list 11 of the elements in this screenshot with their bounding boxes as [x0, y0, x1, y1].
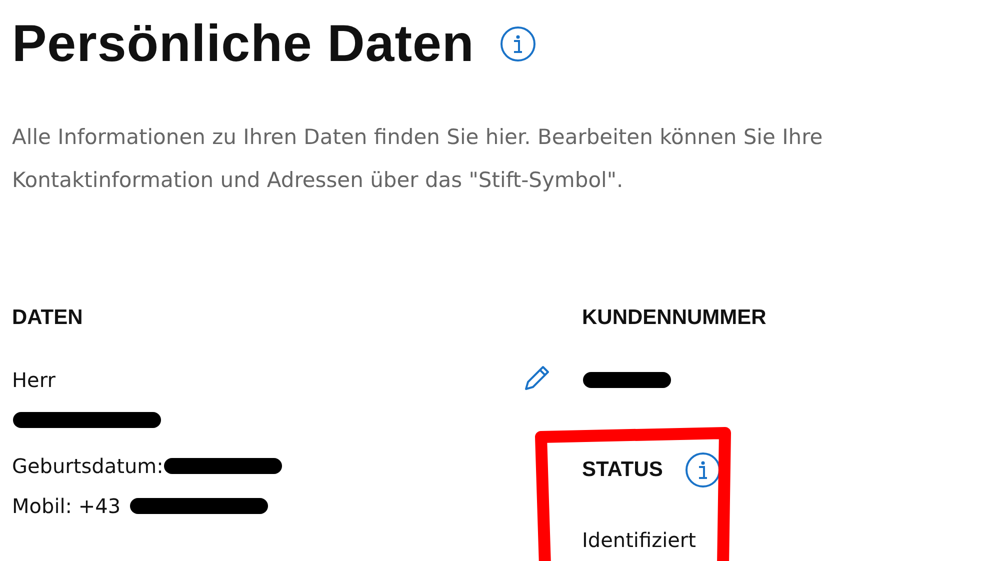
birth-date-label: Geburtsdatum: [12, 454, 164, 478]
page-title: Persönliche Daten [12, 14, 474, 74]
salutation-text: Herr [12, 368, 56, 392]
info-icon[interactable] [500, 26, 536, 62]
intro-text: Alle Informationen zu Ihren Daten finden Sie hier. Bearbeiten können Sie Ihre Kontaktinformation und Adressen über das "Stift-Symbol". [12, 124, 824, 194]
mobile-label: Mobil: +43 [12, 494, 121, 518]
section-heading: STATUS [582, 458, 663, 482]
section-heading: KUNDENNUMMER [582, 306, 768, 330]
status-text: Identifiziert [582, 528, 696, 552]
section-heading: DATEN [12, 306, 84, 330]
info-icon[interactable] [684, 452, 721, 488]
